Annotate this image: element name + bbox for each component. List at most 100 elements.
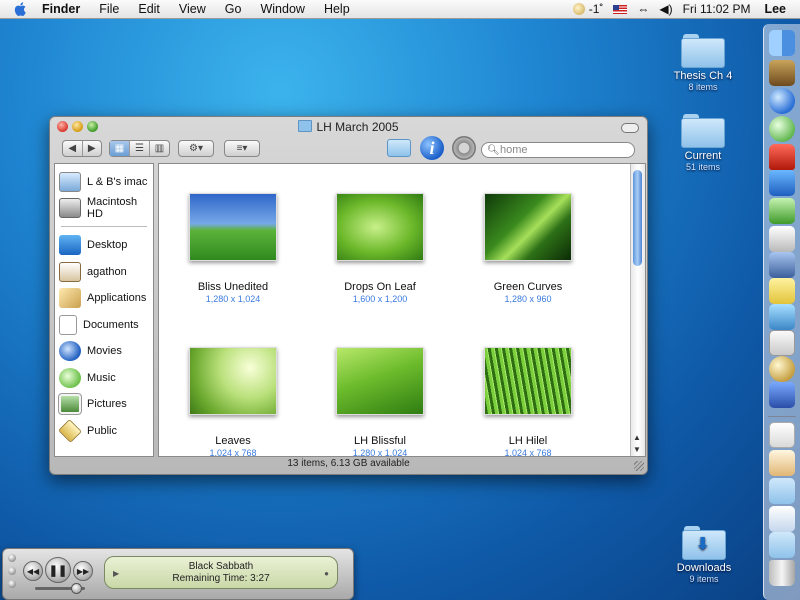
file-item[interactable]: Bliss Unedited 1,280 x 1,024 [163,193,303,304]
vertical-scrollbar[interactable]: ▲ ▼ [630,164,645,456]
resize-handle[interactable] [634,461,644,471]
menu-go[interactable]: Go [225,2,242,16]
pictures-icon [58,393,82,415]
remaining-time: Remaining Time: 3:27 [172,573,270,584]
applications-dock-icon[interactable] [769,450,795,476]
info-icon[interactable]: i [420,136,444,160]
folder-dock-icon[interactable] [769,478,795,504]
sidebar-item-desktop[interactable]: Desktop [59,233,153,257]
gear-icon: ⚙▾ [189,143,203,154]
ical-dock-icon[interactable] [769,356,795,382]
file-item[interactable]: Green Curves 1,280 x 960 [458,193,598,304]
image-thumbnail [484,347,572,415]
downloads-folder-icon: ⬇ [682,526,726,560]
sidebar-item-pictures[interactable]: Pictures [58,392,153,416]
stack-folder-dock-icon[interactable] [769,532,795,558]
player-close-button[interactable] [8,554,16,562]
document-dock-icon[interactable] [769,506,795,532]
next-track-button[interactable]: ▶▶ [73,561,93,581]
sidebar-item-movies[interactable]: Movies [59,339,153,363]
menu-view[interactable]: View [179,2,206,16]
network-arrows-icon[interactable]: ⇔ [637,2,649,16]
desktop-folder-current[interactable]: Current 51 items [658,114,748,172]
word-dock-icon[interactable] [769,170,795,196]
title-bar[interactable]: LH March 2005 [50,117,647,137]
sidebar-item-music[interactable]: Music [59,366,153,390]
finder-dock-icon[interactable] [769,30,795,56]
finder-window: LH March 2005 ◀ ▶ ▦ ☰ ▥ ⚙▾ ≡▾ i 🔍︎ home … [49,116,648,475]
previous-track-button[interactable]: ◀◀ [23,561,43,581]
new-folder-icon[interactable] [387,139,411,157]
sidebar-item-macintosh-hd[interactable]: Macintosh HD [59,196,153,220]
file-name: LH Blissful [354,435,406,447]
weather-icon[interactable] [572,3,585,15]
menu-help[interactable]: Help [324,2,350,16]
volume-icon[interactable]: ◀) [659,2,672,16]
lcd-left-arrow-icon[interactable]: ▶ [113,568,119,580]
menu-file[interactable]: File [99,2,119,16]
system-app-dock-icon[interactable] [769,330,795,356]
search-field[interactable]: 🔍︎ home [481,142,635,158]
network-utility-dock-icon[interactable] [769,304,795,330]
column-view-button[interactable]: ▥ [150,141,169,156]
file-dimensions: 1,280 x 960 [504,294,552,304]
arrange-menu-button[interactable]: ≡▾ [224,140,260,157]
sidebar-item-imac[interactable]: L & B's imac [59,170,153,194]
trash-dock-icon[interactable] [769,560,795,586]
sidebar-item-public[interactable]: Public [58,419,153,443]
menubar-clock[interactable]: Fri 11:02 PM [683,2,751,16]
sidebar-item-label: Macintosh HD [87,196,138,220]
messenger-dock-icon[interactable] [769,198,795,224]
back-button[interactable]: ◀ [63,141,83,156]
movies-icon [59,341,81,361]
file-item[interactable]: LH Blissful 1,280 x 1,024 [310,347,450,456]
file-item[interactable]: Leaves 1,024 x 768 [163,347,303,456]
file-item[interactable]: Drops On Leaf 1,600 x 1,200 [310,193,450,304]
sidebar-item-applications[interactable]: Applications [59,286,153,310]
action-menu-button[interactable]: ⚙▾ [178,140,214,157]
preview-dock-icon[interactable] [769,252,795,278]
photo-app-dock-icon[interactable] [769,60,795,86]
scroll-down-arrow-icon[interactable]: ▼ [633,445,641,454]
scrollbar-thumb[interactable] [633,170,642,266]
burn-icon[interactable] [452,136,476,160]
home-dock-icon[interactable] [769,422,795,448]
file-dimensions: 1,024 x 768 [504,448,552,457]
menu-window[interactable]: Window [260,2,304,16]
file-name: Drops On Leaf [344,281,416,293]
desktop-folder-thesis[interactable]: Thesis Ch 4 8 items [658,34,748,92]
sidebar-item-label: Documents [83,319,139,331]
stickies-dock-icon[interactable] [769,278,795,304]
volume-knob[interactable] [71,583,82,594]
textedit-dock-icon[interactable] [769,226,795,252]
menu-edit[interactable]: Edit [138,2,160,16]
home-icon [59,262,81,282]
lcd-right-arrow-icon[interactable]: ● [324,568,329,580]
itunes-dock-icon[interactable] [769,116,795,142]
scroll-up-arrow-icon[interactable]: ▲ [633,433,641,442]
temperature-status[interactable]: -1˚ [589,2,604,16]
red-app-dock-icon[interactable] [769,144,795,170]
list-view-button[interactable]: ☰ [130,141,150,156]
player-zoom-button[interactable] [8,580,16,588]
utility-dock-icon[interactable] [769,382,795,408]
safari-dock-icon[interactable] [769,88,795,114]
file-item[interactable]: LH Hilel 1,024 x 768 [458,347,598,457]
toolbar-toggle-button[interactable] [621,123,639,133]
forward-button[interactable]: ▶ [83,141,102,156]
menu-finder[interactable]: Finder [42,2,80,16]
sidebar-item-agathon[interactable]: agathon [59,260,153,284]
file-name: Green Curves [493,281,563,293]
search-placeholder: home [500,144,528,156]
desktop-folder-downloads[interactable]: ⬇ Downloads 9 items [659,526,749,584]
input-menu-flag-icon[interactable] [613,4,628,14]
icon-view-button[interactable]: ▦ [110,141,130,156]
apple-menu-icon[interactable] [14,1,28,17]
play-pause-button[interactable]: ❚❚ [45,557,71,583]
player-minimize-button[interactable] [8,567,16,575]
public-icon [58,419,82,443]
sidebar-item-documents[interactable]: Documents [59,313,153,337]
sidebar-item-label: Applications [87,292,147,304]
image-thumbnail [336,193,424,261]
user-menu[interactable]: Lee [764,2,786,16]
